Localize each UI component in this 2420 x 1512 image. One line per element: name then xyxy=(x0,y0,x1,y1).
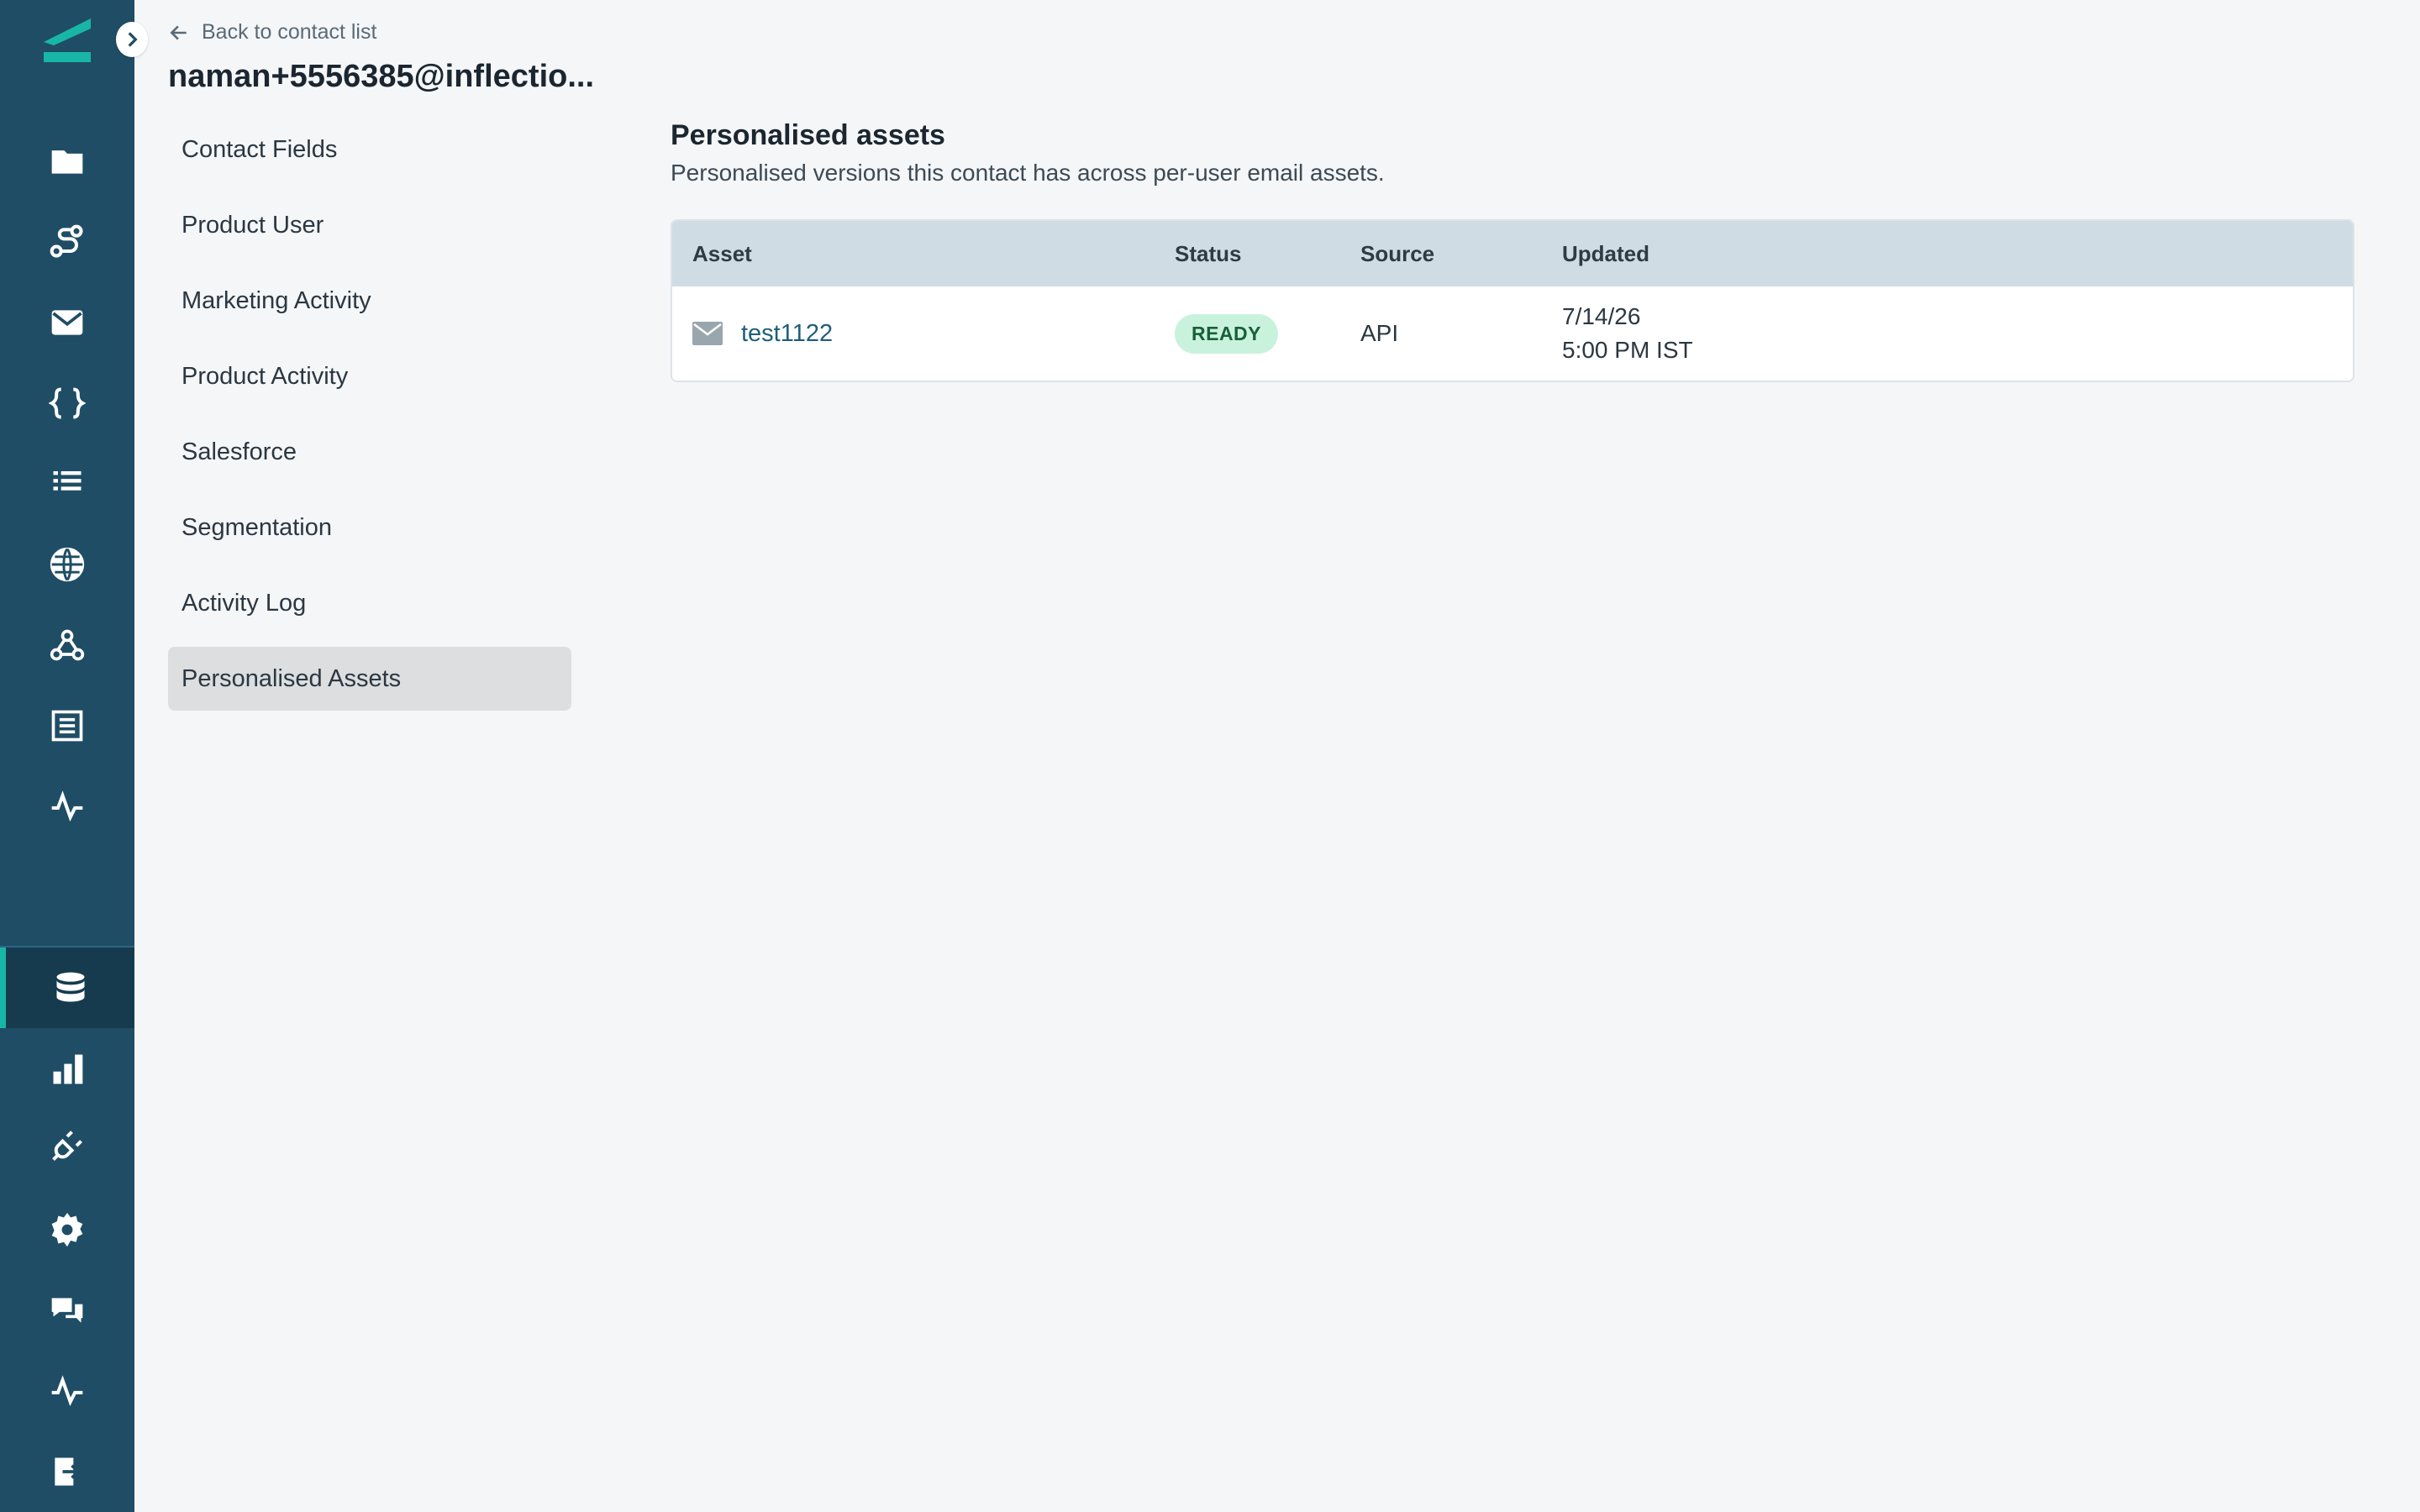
updated-cell: 7/14/26 5:00 PM IST xyxy=(1562,300,2353,367)
webhook-icon xyxy=(50,629,85,661)
chevron-right-icon xyxy=(128,32,138,47)
journey-icon xyxy=(50,224,83,258)
page-title: naman+5556385@inflectio... xyxy=(168,59,595,94)
app-logo[interactable] xyxy=(40,17,94,66)
subnav-segmentation[interactable]: Segmentation xyxy=(168,496,571,559)
sidebar-rail xyxy=(0,0,134,1512)
subnav-activity-log[interactable]: Activity Log xyxy=(168,571,571,635)
rail-folder[interactable] xyxy=(0,121,134,202)
updated-date: 7/14/26 xyxy=(1562,303,1641,329)
column-header-updated[interactable]: Updated xyxy=(1562,241,2353,267)
status-cell: READY xyxy=(1175,313,1360,354)
rail-email[interactable] xyxy=(0,282,134,363)
activity-icon xyxy=(51,790,83,822)
status-badge: READY xyxy=(1175,313,1279,354)
rail-forms[interactable] xyxy=(0,685,134,766)
rail-lists[interactable] xyxy=(0,440,134,521)
column-header-status[interactable]: Status xyxy=(1175,241,1360,267)
table-icon xyxy=(51,710,83,742)
rail-webhooks[interactable] xyxy=(0,605,134,685)
logout-icon xyxy=(55,1457,81,1486)
rail-status[interactable] xyxy=(0,1351,134,1431)
back-to-contact-list-link[interactable]: Back to contact list xyxy=(168,20,376,45)
rail-web[interactable] xyxy=(0,524,134,605)
table-header: Asset Status Source Updated xyxy=(672,221,2353,286)
subnav-product-user[interactable]: Product User xyxy=(168,193,571,257)
rail-settings[interactable] xyxy=(0,1189,134,1270)
rail-code[interactable] xyxy=(0,363,134,444)
rail-data[interactable] xyxy=(0,948,134,1028)
section-title: Personalised assets xyxy=(671,119,945,151)
column-header-asset[interactable]: Asset xyxy=(672,241,1175,267)
section-description: Personalised versions this contact has a… xyxy=(671,160,1385,186)
back-link-label: Back to contact list xyxy=(202,20,377,44)
subnav-contact-fields[interactable]: Contact Fields xyxy=(168,118,571,181)
updated-time: 5:00 PM IST xyxy=(1562,337,1693,363)
sidebar-expand-button[interactable] xyxy=(116,22,148,57)
table-row[interactable]: test1122 READY API 7/14/26 5:00 PM IST xyxy=(672,286,2353,381)
braces-icon xyxy=(49,387,86,419)
pulse-icon xyxy=(51,1375,83,1406)
rail-journeys[interactable] xyxy=(0,202,134,282)
rail-analytics[interactable] xyxy=(0,766,134,847)
assets-table: Asset Status Source Updated test1122 REA… xyxy=(671,219,2354,382)
rail-reports[interactable] xyxy=(0,1028,134,1109)
plug-icon xyxy=(52,1131,82,1161)
asset-name-link[interactable]: test1122 xyxy=(741,320,833,348)
subnav-marketing-activity[interactable]: Marketing Activity xyxy=(168,269,571,333)
gear-icon xyxy=(51,1212,83,1247)
arrow-left-icon xyxy=(170,24,187,40)
source-cell: API xyxy=(1360,320,1399,346)
rail-chat[interactable] xyxy=(0,1270,134,1351)
globe-icon xyxy=(50,547,85,582)
chat-icon xyxy=(51,1298,83,1323)
bar-chart-icon xyxy=(53,1054,83,1084)
asset-cell: test1122 xyxy=(672,320,1175,348)
column-header-source[interactable]: Source xyxy=(1360,241,1562,267)
rail-integrations[interactable] xyxy=(0,1105,134,1186)
contact-subnav: Contact Fields Product User Marketing Ac… xyxy=(168,118,571,722)
mail-icon xyxy=(692,322,723,345)
database-icon xyxy=(56,972,84,1002)
subnav-product-activity[interactable]: Product Activity xyxy=(168,344,571,408)
rail-logout[interactable] xyxy=(0,1431,134,1512)
subnav-personalised-assets[interactable]: Personalised Assets xyxy=(168,647,571,711)
subnav-salesforce[interactable]: Salesforce xyxy=(168,420,571,484)
list-icon xyxy=(53,471,82,491)
mail-icon xyxy=(51,310,83,335)
folder-icon xyxy=(51,150,83,174)
